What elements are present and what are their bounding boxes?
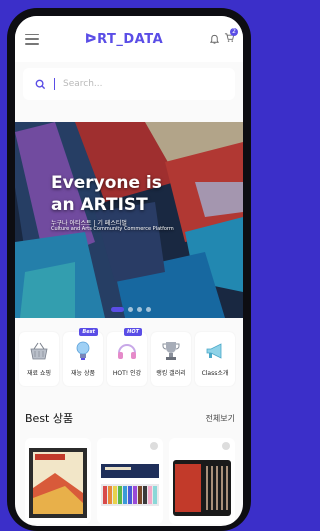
shopping-basket-icon <box>30 342 48 360</box>
product-card[interactable] <box>97 438 163 524</box>
megaphone-icon <box>206 343 222 359</box>
trophy-icon <box>162 342 180 360</box>
lightbulb-icon <box>76 341 90 360</box>
best-section-title: Best 상품 <box>25 412 74 425</box>
best-products-row <box>25 438 235 524</box>
brush-case-product-image <box>169 438 235 524</box>
search-divider <box>54 78 55 90</box>
category-row: 재료 쇼핑 Best 재능 상품 HOT HOT! 인강 랭킹 갤러리 Clas… <box>19 328 235 386</box>
category-hot-lectures[interactable]: HOT HOT! 인강 <box>107 328 147 386</box>
search-bar[interactable] <box>23 68 235 100</box>
category-label: Class소개 <box>201 370 229 377</box>
category-ranking-gallery[interactable]: 랭킹 갤러리 <box>151 332 191 386</box>
view-all-link[interactable]: 전체보기 <box>206 413 235 424</box>
search-input[interactable] <box>63 79 193 89</box>
carousel-dot[interactable] <box>146 307 151 312</box>
best-section-header: Best 상품 전체보기 <box>25 410 235 426</box>
carousel-dot[interactable] <box>137 307 142 312</box>
category-label: 재료 쇼핑 <box>27 370 51 377</box>
phone-frame: ᐅRT_DATA 2 Search... Everyone is an ARTI… <box>7 8 251 531</box>
app-screen: ᐅRT_DATA 2 Search... Everyone is an ARTI… <box>15 16 243 526</box>
product-card[interactable] <box>25 438 91 524</box>
banner-subtitle-english: Culture and Arts Community Commerce Plat… <box>51 226 174 232</box>
category-class-intro[interactable]: Class소개 <box>195 332 235 386</box>
paintbrush-artwork-image <box>15 122 243 318</box>
top-bar: ᐅRT_DATA 2 <box>15 16 243 62</box>
category-label: 재능 상품 <box>71 370 95 377</box>
cart-count-badge: 2 <box>229 28 238 36</box>
headphones-icon <box>118 344 136 359</box>
bell-icon[interactable] <box>209 34 220 45</box>
banner-headline-line2: an ARTIST <box>51 195 148 215</box>
product-card[interactable] <box>169 438 235 524</box>
category-label: HOT! 인강 <box>112 370 142 377</box>
best-tag: Best <box>79 328 98 336</box>
app-logo[interactable]: ᐅRT_DATA <box>85 32 163 47</box>
search-icon[interactable] <box>35 79 46 90</box>
category-label: 랭킹 갤러리 <box>156 370 186 377</box>
category-talent-products[interactable]: Best 재능 상품 <box>63 328 103 386</box>
top-actions: 2 <box>209 28 238 46</box>
banner-headline-line1: Everyone is <box>51 173 162 193</box>
carousel-indicator <box>111 307 151 312</box>
hamburger-menu-icon[interactable] <box>25 33 39 45</box>
carousel-dot[interactable] <box>128 307 133 312</box>
cart-button[interactable]: 2 <box>224 28 238 46</box>
paint-set-product-image <box>97 438 163 524</box>
carousel-dot[interactable] <box>111 307 124 312</box>
banner-headline: Everyone is an ARTIST <box>51 172 162 216</box>
hot-tag: HOT <box>124 328 142 336</box>
category-material-shopping[interactable]: 재료 쇼핑 <box>19 332 59 386</box>
canvas-pad-product-image <box>25 438 91 524</box>
favorite-icon[interactable] <box>222 442 230 450</box>
favorite-icon[interactable] <box>150 442 158 450</box>
hero-banner[interactable]: Everyone is an ARTIST 누구나 아티스트 | 기 페스티벌 … <box>15 122 243 318</box>
